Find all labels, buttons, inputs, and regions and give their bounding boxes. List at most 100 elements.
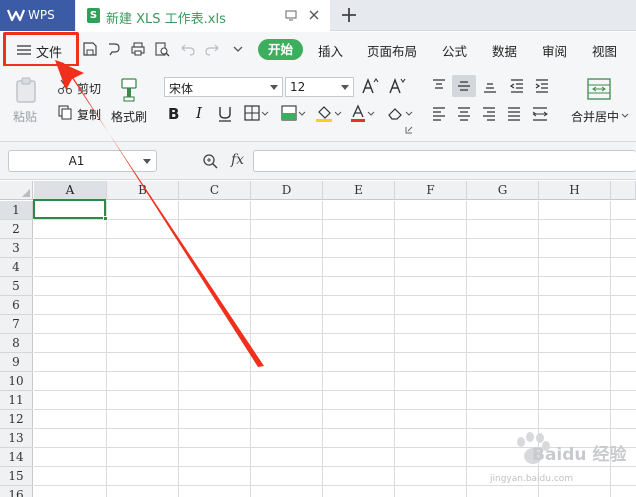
active-cell-A1[interactable]	[33, 199, 108, 221]
watermark-brand: Baidu 经验	[532, 445, 627, 465]
file-menu-button[interactable]: 文件	[3, 32, 79, 67]
font-settings-launcher-icon[interactable]	[405, 126, 413, 134]
row-header-4[interactable]: 4	[0, 258, 33, 277]
menu-bar: 文件 开始 插入 页面布局 公式 数据 审阅 视图	[0, 32, 636, 67]
column-header-E[interactable]: E	[323, 181, 395, 200]
row-header-14[interactable]: 14	[0, 448, 33, 467]
row-header-6[interactable]: 6	[0, 296, 33, 315]
column-header-H[interactable]: H	[539, 181, 611, 200]
tab-page-layout[interactable]: 页面布局	[367, 41, 417, 60]
redo-icon[interactable]	[204, 41, 220, 57]
close-tab-icon[interactable]	[308, 9, 320, 21]
cut-label[interactable]: 剪切	[77, 80, 101, 97]
row-header-11[interactable]: 11	[0, 391, 33, 410]
fill-pattern-icon[interactable]	[281, 105, 307, 121]
italic-icon[interactable]: I	[196, 104, 202, 122]
format-painter-icon[interactable]	[118, 77, 140, 103]
border-icon[interactable]	[244, 105, 270, 121]
print-icon[interactable]	[130, 41, 146, 57]
align-left-icon[interactable]	[431, 105, 447, 121]
distributed-align-icon[interactable]	[531, 105, 549, 121]
wps-logo-icon	[7, 9, 25, 22]
row-header-9[interactable]: 9	[0, 353, 33, 372]
row-header-1[interactable]: 1	[0, 201, 33, 220]
font-size-select[interactable]: 12	[285, 77, 354, 97]
row-header-13[interactable]: 13	[0, 429, 33, 448]
fill-handle[interactable]	[103, 216, 108, 221]
merge-center-icon[interactable]	[587, 78, 611, 100]
column-header-B[interactable]: B	[107, 181, 179, 200]
tab-review[interactable]: 审阅	[542, 41, 567, 60]
copy-label[interactable]: 复制	[77, 106, 101, 123]
bold-icon[interactable]: B	[168, 105, 179, 123]
row-header-5[interactable]: 5	[0, 277, 33, 296]
align-top-icon[interactable]	[431, 78, 447, 94]
row-header-10[interactable]: 10	[0, 372, 33, 391]
paste-icon[interactable]	[14, 76, 40, 104]
font-color-icon[interactable]	[350, 104, 376, 122]
document-tab[interactable]: S 新建 XLS 工作表.xls	[76, 0, 330, 32]
column-header-A[interactable]: A	[34, 181, 107, 200]
undo-icon[interactable]	[180, 41, 196, 57]
function-fx-icon[interactable]: fx	[231, 152, 244, 168]
align-center-icon[interactable]	[456, 105, 472, 121]
row-header-3[interactable]: 3	[0, 239, 33, 258]
name-box[interactable]: A1	[8, 150, 157, 172]
format-painter-label[interactable]: 格式刷	[111, 108, 147, 125]
column-header-C[interactable]: C	[179, 181, 251, 200]
column-header-F[interactable]: F	[395, 181, 467, 200]
paste-label: 粘贴	[13, 110, 38, 124]
file-menu-label: 文件	[36, 46, 63, 61]
cut-scissors-icon[interactable]	[57, 79, 73, 95]
clear-eraser-icon[interactable]	[386, 104, 414, 122]
align-right-icon[interactable]	[481, 105, 497, 121]
row-header-16[interactable]: 16	[0, 486, 33, 497]
new-tab-plus-icon[interactable]	[339, 5, 359, 25]
print-preview-icon[interactable]	[154, 41, 170, 57]
window-restore-icon[interactable]	[285, 9, 297, 21]
font-name-value: 宋体	[169, 82, 194, 96]
row-header-8[interactable]: 8	[0, 334, 33, 353]
row-header-12[interactable]: 12	[0, 410, 33, 429]
column-header-G[interactable]: G	[467, 181, 539, 200]
chevron-down-icon[interactable]	[620, 110, 630, 120]
fill-color-bucket-icon[interactable]	[315, 104, 343, 122]
app-name: WPS	[28, 8, 55, 22]
tab-data[interactable]: 数据	[492, 41, 517, 60]
merge-center-label[interactable]: 合并居中	[571, 108, 619, 125]
select-all-triangle-icon	[22, 189, 30, 197]
row-header-15[interactable]: 15	[0, 467, 33, 486]
select-all-corner[interactable]	[0, 181, 33, 200]
tab-view[interactable]: 视图	[592, 41, 617, 60]
zoom-search-icon[interactable]	[202, 153, 220, 169]
column-header-partial[interactable]	[611, 181, 636, 200]
align-middle-button[interactable]	[452, 75, 476, 97]
column-header-D[interactable]: D	[251, 181, 323, 200]
output-pdf-icon[interactable]	[106, 41, 122, 57]
align-bottom-icon[interactable]	[482, 78, 498, 94]
decrease-font-size-icon[interactable]	[388, 77, 406, 95]
chevron-down-icon	[270, 85, 278, 90]
copy-icon[interactable]	[57, 104, 73, 120]
customize-toolbar-chevron-icon[interactable]	[230, 41, 246, 57]
increase-indent-icon[interactable]	[534, 78, 550, 94]
font-size-value: 12	[290, 80, 306, 94]
decrease-indent-icon[interactable]	[509, 78, 525, 94]
increase-font-size-icon[interactable]	[361, 77, 379, 95]
row-header-7[interactable]: 7	[0, 315, 33, 334]
spreadsheet-file-icon: S	[87, 8, 100, 23]
tab-insert[interactable]: 插入	[318, 41, 343, 60]
tab-formulas[interactable]: 公式	[442, 41, 467, 60]
underline-icon[interactable]	[217, 105, 233, 123]
chevron-down-icon	[143, 159, 151, 164]
row-header-2[interactable]: 2	[0, 220, 33, 239]
justify-icon[interactable]	[506, 105, 522, 121]
font-name-select[interactable]: 宋体	[164, 77, 283, 97]
align-middle-icon	[458, 81, 470, 91]
wps-app-tab[interactable]: WPS	[0, 0, 75, 31]
title-bar: WPS S 新建 XLS 工作表.xls	[0, 0, 636, 32]
hamburger-menu-icon	[17, 45, 31, 55]
formula-input[interactable]	[253, 150, 636, 172]
tab-home[interactable]: 开始	[258, 39, 303, 60]
save-icon[interactable]	[82, 41, 98, 57]
